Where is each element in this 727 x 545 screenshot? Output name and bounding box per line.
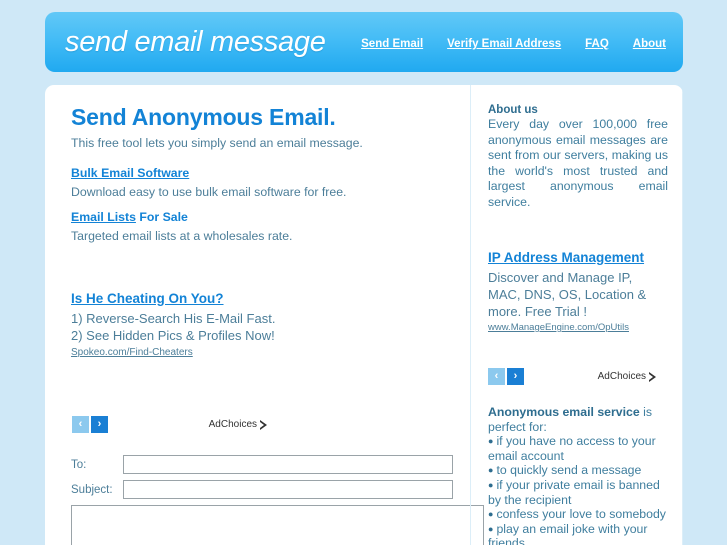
text-ad-title[interactable]: Bulk Email Software	[71, 166, 189, 180]
prev-arrow-icon[interactable]: ‹	[488, 368, 505, 385]
nav-item-verify-email-address[interactable]: Verify Email Address	[447, 38, 561, 50]
display-ad-title[interactable]: IP Address Management	[488, 250, 644, 265]
list-item: if you have no access to your email acco…	[488, 434, 670, 463]
text-ad-title[interactable]: Email Lists	[71, 210, 136, 224]
content-panel: Send Anonymous Email. This free tool let…	[45, 85, 683, 545]
nav-item-faq[interactable]: FAQ	[585, 38, 609, 50]
display-ad-ip-address-management[interactable]: IP Address Management Discover and Manag…	[488, 249, 668, 333]
message-body-textarea[interactable]	[71, 505, 484, 545]
page-root: send email message Send Email Verify Ema…	[0, 0, 727, 545]
list-item: play an email joke with your friends	[488, 522, 670, 545]
list-item: to quickly send a message	[488, 463, 670, 478]
adchoices-triangle-icon	[260, 419, 267, 430]
text-ad-title-suffix: For Sale	[135, 210, 188, 224]
display-ad-cheating[interactable]: Is He Cheating On You? 1) Reverse-Search…	[71, 290, 276, 358]
nav-item-send-email[interactable]: Send Email	[361, 38, 423, 50]
adchoices-label: AdChoices	[208, 419, 257, 430]
main-navigation: Send Email Verify Email Address FAQ Abou…	[361, 38, 666, 50]
main-column: Send Anonymous Email. This free tool let…	[45, 85, 484, 545]
ad-controls-sidebar: ‹ › AdChoices	[488, 368, 656, 385]
to-row: To:	[71, 455, 471, 474]
next-arrow-icon[interactable]: ›	[507, 368, 524, 385]
prev-arrow-icon[interactable]: ‹	[72, 416, 89, 433]
sidebar-content: About us Every day over 100,000 free ano…	[488, 85, 668, 385]
display-ad-title[interactable]: Is He Cheating On You?	[71, 291, 224, 306]
text-ad-email-lists[interactable]: Email Lists For Sale Targeted email list…	[71, 208, 401, 243]
adchoices-link[interactable]: AdChoices	[598, 371, 656, 382]
site-header: send email message Send Email Verify Ema…	[45, 12, 683, 72]
display-ad-body: 1) Reverse-Search His E-Mail Fast. 2) Se…	[71, 311, 276, 343]
subject-label: Subject:	[71, 483, 113, 496]
subject-row: Subject:	[71, 480, 471, 499]
page-subtitle: This free tool lets you simply send an e…	[71, 136, 363, 150]
about-us-heading: About us	[488, 104, 538, 116]
next-arrow-icon[interactable]: ›	[91, 416, 108, 433]
subject-input[interactable]	[123, 480, 453, 499]
adchoices-label: AdChoices	[597, 371, 646, 382]
ad-controls-main: ‹ › AdChoices	[72, 416, 267, 433]
text-ad-bulk-email-software[interactable]: Bulk Email Software Download easy to use…	[71, 164, 401, 199]
right-sidebar: About us Every day over 100,000 free ano…	[470, 85, 683, 545]
perfect-for-lead-bold: Anonymous email service	[488, 405, 640, 419]
adchoices-link[interactable]: AdChoices	[209, 419, 267, 430]
display-ad-body: Discover and Manage IP, MAC, DNS, OS, Lo…	[488, 270, 647, 319]
perfect-for-list: Anonymous email service is perfect for: …	[488, 405, 670, 545]
display-ad-url[interactable]: Spokeo.com/Find-Cheaters	[71, 347, 276, 358]
nav-item-about[interactable]: About	[633, 38, 666, 50]
to-input[interactable]	[123, 455, 453, 474]
about-us-text: Every day over 100,000 free anonymous em…	[488, 117, 668, 209]
list-item: confess your love to somebody	[488, 507, 670, 522]
adchoices-triangle-icon	[649, 371, 656, 382]
text-ad-description: Download easy to use bulk email software…	[71, 185, 347, 199]
text-ad-description: Targeted email lists at a wholesales rat…	[71, 229, 293, 243]
email-form: To: Subject:	[71, 455, 484, 545]
list-item: if your private email is banned by the r…	[488, 478, 670, 507]
display-ad-url[interactable]: www.ManageEngine.com/OpUtils	[488, 322, 668, 333]
to-label: To:	[71, 458, 87, 471]
site-logo: send email message	[65, 26, 326, 58]
page-title: Send Anonymous Email.	[71, 104, 336, 130]
